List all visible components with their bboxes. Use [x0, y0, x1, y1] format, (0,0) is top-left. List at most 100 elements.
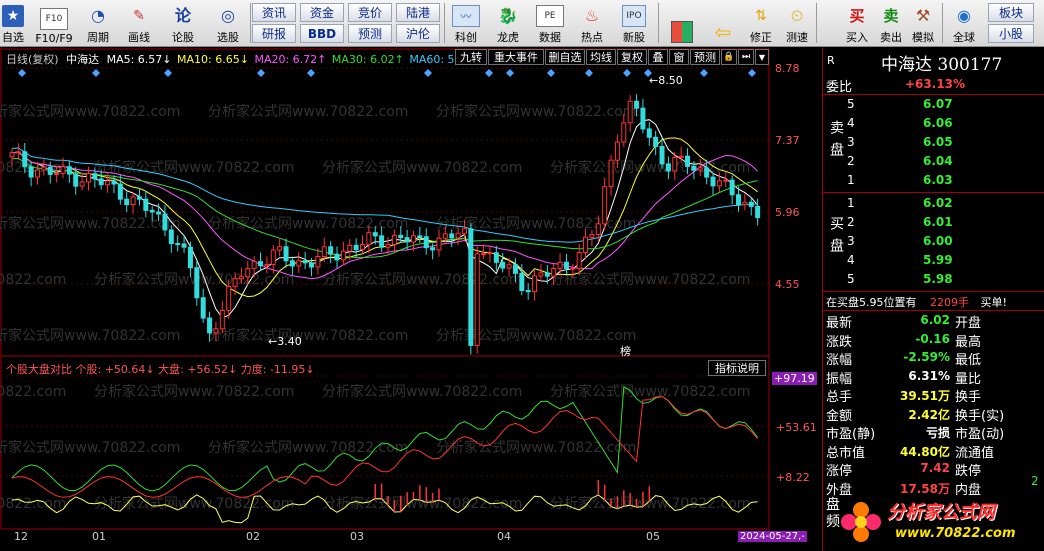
ipo-icon: IPO — [622, 5, 646, 27]
watermark-text: 分析家公式网www.70822.com — [208, 327, 408, 344]
auction-button[interactable]: 竞价 — [348, 3, 392, 22]
toolbar-item-period[interactable]: ◔ 周期 — [80, 2, 116, 45]
candle-up — [15, 151, 21, 154]
major-events-button[interactable]: 重大事件 — [488, 49, 544, 65]
toolbar-item-f10[interactable]: F10 F10/F9 — [30, 2, 78, 45]
toolbar-item-ipo[interactable]: IPO 新股 — [616, 2, 652, 45]
candle-down — [398, 234, 404, 239]
cursor-date-tag: 2024-05-27,- — [738, 531, 807, 542]
toolbar-item-correct[interactable]: ⇅ 修正 — [744, 2, 778, 45]
candle-down — [665, 163, 671, 172]
capital-button[interactable]: 资金 — [300, 3, 344, 22]
indicator-help-button[interactable]: 指标说明 — [708, 360, 766, 376]
stat-label-2: 换手(实) — [955, 408, 1005, 424]
price-tick: 7.37 — [775, 134, 800, 147]
overlay-button[interactable]: 叠 — [648, 49, 668, 65]
menu-dropdown-button[interactable]: ▼ — [755, 49, 769, 65]
buy-level-num: 1 — [847, 196, 855, 210]
shanghai-london-button[interactable]: 沪伦 — [396, 24, 440, 43]
candle-down — [379, 235, 385, 248]
toolbar-item-simulate[interactable]: ⚒ 模拟 — [906, 2, 940, 45]
simulate-icon: ⚒ — [915, 6, 931, 25]
toolbar-item-dragon[interactable]: 🐉 龙虎 — [490, 2, 526, 45]
toolbar-item-data[interactable]: PE 数据 — [532, 2, 568, 45]
toolbar-item-back[interactable]: ⇦ — [706, 2, 740, 45]
toolbar-item-draw[interactable]: ✎ 画线 — [122, 2, 156, 45]
toolbar-item-speed[interactable]: ⏲ 测速 — [780, 2, 814, 45]
candle-down — [111, 180, 117, 185]
candle-up — [608, 159, 614, 188]
date-tick: 01 — [92, 530, 106, 543]
indicator-line — [11, 385, 758, 492]
toolbar-item-buy[interactable]: 买 买入 — [840, 2, 874, 45]
candle-up — [270, 249, 276, 265]
toolbar-item-hot[interactable]: ♨ 热点 — [574, 2, 610, 45]
toolbar-item-favorites[interactable]: ★ 自选 — [0, 2, 26, 45]
panel-header: 中海达 300177 — [881, 55, 1003, 75]
candle-down — [143, 198, 149, 211]
candle-up — [410, 235, 416, 243]
candle-down — [168, 229, 174, 245]
adjust-button[interactable]: 复权 — [617, 49, 647, 65]
candle-up — [321, 246, 327, 258]
stat-label: 最新 — [826, 316, 853, 331]
candle-up — [627, 100, 633, 124]
lock-button[interactable]: 🔒 — [721, 49, 737, 65]
toolbar-item-sell[interactable]: 卖 卖出 — [874, 2, 908, 45]
chart-area[interactable]: 分析家公式网www.70822.com 分析家公式网www.70822.com 分析… — [0, 48, 822, 551]
watermark-text: 分析家公式网www.70822.com — [322, 271, 522, 288]
stat-label-2: 换手 — [955, 390, 982, 405]
forecast-button[interactable]: 预测 — [348, 24, 392, 43]
toolbar-item-kechuang[interactable]: 〰 科创 — [448, 2, 484, 45]
date-tick: 02 — [246, 530, 260, 543]
hk-connect-button[interactable]: 陆港 — [396, 3, 440, 22]
candle-down — [124, 198, 130, 206]
r-label: R — [827, 54, 835, 67]
remove-favorite-button[interactable]: 删自选 — [545, 49, 585, 65]
divider — [823, 310, 1044, 311]
toolbar-item-global[interactable]: ◉ 全球 — [946, 2, 982, 45]
kline-chart[interactable]: 分析家公式网www.70822.com 分析家公式网www.70822.com 分析… — [0, 48, 822, 551]
nine-turn-button[interactable]: 九转 — [455, 49, 487, 65]
buy-level-price: 6.01 — [923, 215, 953, 229]
news-button[interactable]: 资讯 — [252, 3, 296, 22]
sector-button[interactable]: 板块 — [988, 3, 1034, 22]
candle-up — [442, 233, 448, 239]
forecast-chart-button[interactable]: 预测 — [690, 49, 720, 65]
ma-button[interactable]: 均线 — [586, 49, 616, 65]
window-button[interactable]: 窗 — [669, 49, 689, 65]
toolbar-item-layout[interactable] — [664, 2, 700, 45]
ma10-label: MA10: 6.65↓ — [177, 53, 249, 66]
logo-text: 分析家公式网 — [887, 502, 995, 523]
order-notice: 在买盘5.95位置有 2209手 买单! — [826, 296, 1007, 309]
stat-label-2: 开盘 — [955, 316, 982, 331]
buy-level-price: 6.00 — [923, 234, 953, 248]
candle-up — [455, 232, 461, 239]
small-cap-button[interactable]: 小股 — [988, 24, 1034, 43]
candle-up — [366, 232, 372, 246]
candle-down — [710, 176, 716, 187]
research-button[interactable]: 研报 — [252, 24, 296, 43]
bottom-right-partial: 2 — [1031, 474, 1039, 488]
toolbar: ★ 自选 F10 F10/F9 ◔ 周期 ✎ 画线 论 论股 ◎ 选股 资讯 资… — [0, 0, 1044, 47]
bottom-partial-char: 频 — [826, 514, 840, 530]
candle-down — [755, 205, 761, 219]
candle-down — [22, 151, 28, 168]
chart-frame — [0, 48, 770, 530]
toolbar-item-discuss[interactable]: 论 论股 — [166, 2, 200, 45]
candle-down — [646, 128, 652, 138]
bbd-button[interactable]: BBD — [300, 24, 344, 43]
candle-up — [551, 268, 557, 277]
stat-label: 总市值 — [826, 445, 866, 461]
toolbar-item-pick[interactable]: ◎ 选股 — [208, 2, 248, 45]
kechuang-icon: 〰 — [452, 5, 480, 27]
stat-value: 2.42亿 — [908, 407, 950, 422]
candle-down — [302, 260, 308, 264]
candle-up — [60, 166, 66, 174]
candle-down — [500, 261, 506, 269]
indicator-tick: +8.22 — [776, 471, 810, 484]
candle-up — [264, 263, 270, 267]
stat-label: 总手 — [826, 390, 853, 405]
skip-end-button[interactable]: ⏭ — [738, 49, 754, 65]
buy-level-num: 3 — [847, 234, 855, 248]
